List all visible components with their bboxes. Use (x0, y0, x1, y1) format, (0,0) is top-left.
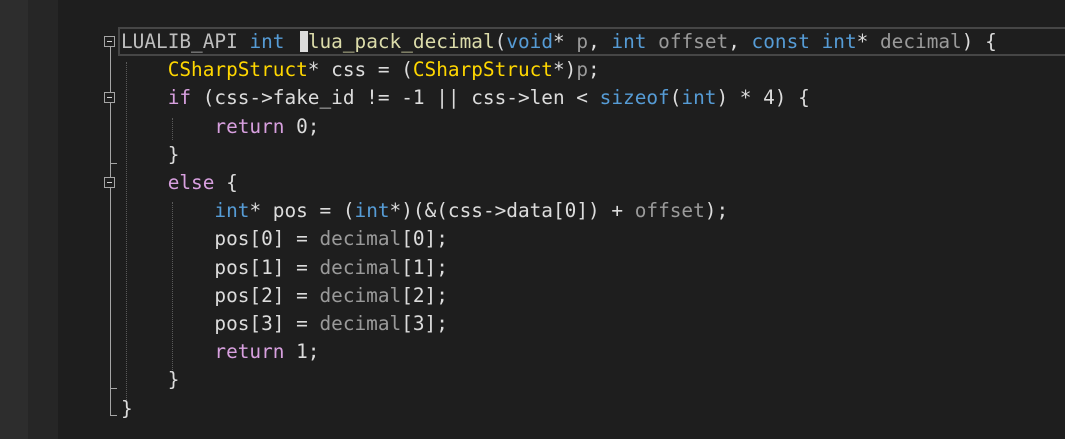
code-token-pl: , (588, 30, 612, 53)
code-line[interactable]: pos[2] = decimal[2]; (121, 282, 448, 310)
code-token-pl: } (121, 396, 133, 420)
code-token-pl: * css = ( (307, 58, 413, 82)
code-line[interactable]: CSharpStruct* css = (CSharpStruct*)p; (121, 56, 600, 84)
code-token-pl: ) * 4) { (716, 86, 810, 110)
outline-end-if (110, 163, 117, 164)
collapse-function-icon[interactable] (104, 36, 115, 47)
code-line[interactable]: } (121, 141, 180, 169)
code-token-pl: * (856, 30, 880, 53)
code-token-param: offset (658, 30, 729, 53)
code-token-pl: * (553, 30, 577, 53)
code-token-param: decimal (319, 312, 402, 335)
collapse-else-icon[interactable] (104, 177, 115, 188)
code-line[interactable]: pos[3] = decimal[3]; (121, 310, 448, 338)
code-token-ctl: return (214, 340, 285, 364)
code-token-pl: } (121, 142, 180, 166)
outline-line-else (110, 188, 111, 388)
code-token-pl: ( (669, 86, 682, 110)
code-token-pl: [0]; (401, 227, 448, 251)
code-token-pl: } (121, 368, 180, 392)
collapse-if-icon[interactable] (104, 92, 115, 103)
code-token-kw: void (506, 30, 554, 53)
code-token-pl: *) (552, 58, 577, 82)
code-token-pl: [3]; (401, 312, 448, 335)
code-token-pl: pos[2] = (121, 283, 320, 307)
code-token-param: p (576, 58, 589, 82)
code-token-pl: ) { (961, 30, 997, 53)
outline-end-else (110, 388, 117, 389)
code-token-pl: [1]; (401, 255, 448, 279)
code-token-pl: * pos = ( (249, 199, 355, 223)
code-line[interactable]: return 0; (121, 113, 319, 141)
code-token-pl: [2]; (401, 283, 448, 307)
code-token-kw: int (354, 199, 390, 223)
code-line[interactable]: return 1; (121, 338, 319, 366)
code-token-pl: { (214, 171, 238, 194)
outline-line-if (110, 103, 111, 163)
code-line[interactable]: else { (121, 169, 238, 197)
code-token-struct: CSharpStruct (412, 58, 553, 82)
line-number-margin (28, 0, 58, 439)
code-token-ctl: else (167, 171, 215, 194)
code-line[interactable]: } (121, 366, 180, 394)
code-token-pl: pos[3] = (121, 312, 320, 335)
code-token-fn: lua_pack_decimal (307, 30, 495, 53)
code-token-param: offset (634, 199, 705, 223)
code-token-pl: 0; (284, 114, 320, 138)
glyph-margin (0, 0, 28, 439)
code-token-kw: int (611, 30, 647, 53)
code-token-macro: LUALIB_API (121, 30, 238, 53)
outline-end-function (110, 415, 117, 416)
code-token-kw: int (681, 86, 717, 110)
code-token-ctl: if (167, 86, 192, 110)
code-line[interactable]: LUALIB_API int lua_pack_decimal(void* p,… (121, 28, 997, 56)
code-token-pl: 1; (284, 340, 320, 364)
code-token-kw: int (249, 30, 285, 53)
code-token-ctl: return (214, 114, 285, 138)
code-token-pl: ); (704, 199, 729, 223)
code-token-param: decimal (319, 283, 402, 307)
code-line[interactable]: pos[1] = decimal[1]; (121, 254, 448, 282)
code-token-kw: sizeof (599, 86, 670, 110)
code-token-kw: int (821, 30, 857, 53)
code-token-pl: *)(&(css->data[0]) + (389, 199, 635, 223)
code-token-param: decimal (319, 255, 402, 279)
text-caret (300, 31, 308, 52)
code-editor[interactable]: LUALIB_API int lua_pack_decimal(void* p,… (0, 0, 1065, 439)
code-token-pl: ; (588, 58, 600, 82)
code-token-param: decimal (880, 30, 962, 53)
code-token-kw: int (214, 199, 250, 223)
code-token-pl: pos[1] = (121, 255, 320, 279)
code-token-pl: (css->fake_id != -1 || css->len < (191, 86, 600, 110)
code-token-param: decimal (319, 227, 402, 251)
code-line[interactable]: } (121, 395, 133, 423)
code-line[interactable]: if (css->fake_id != -1 || css->len < siz… (121, 84, 810, 112)
code-token-param: p (576, 30, 589, 53)
code-line[interactable]: pos[0] = decimal[0]; (121, 225, 448, 253)
code-token-pl: , (728, 30, 752, 53)
code-token-kw: const (751, 30, 810, 53)
code-token-pl: ( (494, 30, 507, 53)
code-line[interactable]: int* pos = (int*)(&(css->data[0]) + offs… (121, 197, 728, 225)
code-token-pl: pos[0] = (121, 227, 320, 251)
code-token-struct: CSharpStruct (167, 58, 308, 82)
